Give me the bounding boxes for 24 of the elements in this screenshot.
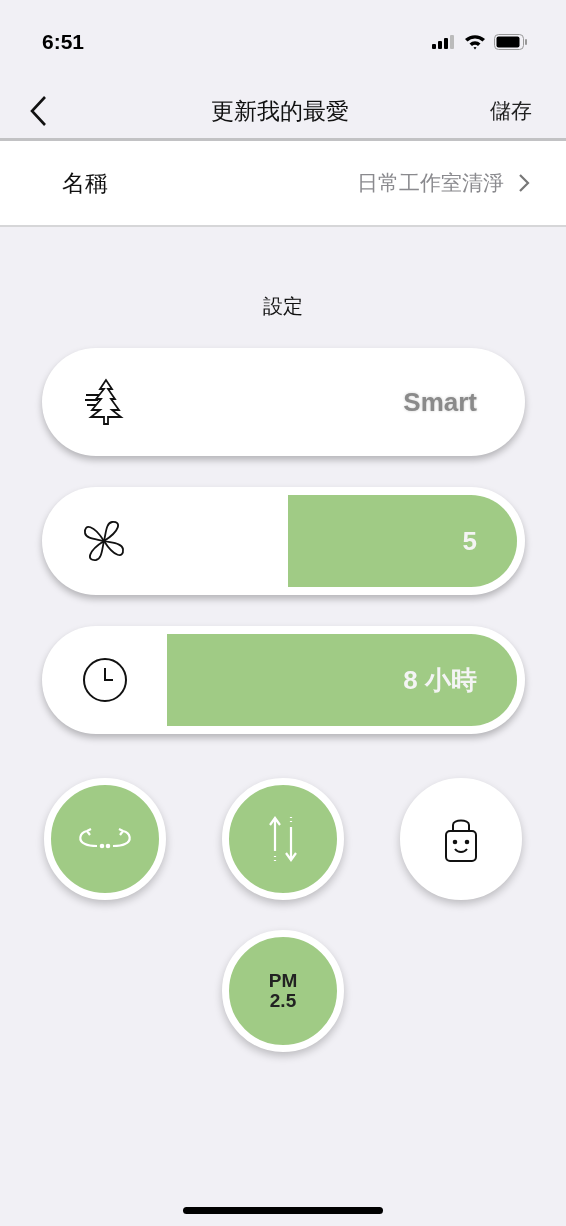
- wifi-icon: [464, 34, 486, 50]
- toggle-button[interactable]: PM 2.5: [222, 930, 344, 1052]
- name-row[interactable]: 名稱 日常工作室清淨: [0, 141, 566, 227]
- setting-value: 5: [462, 525, 477, 557]
- chevron-right-icon: [518, 173, 530, 193]
- tree-icon: [82, 377, 124, 427]
- setting-value: Smart: [403, 386, 477, 418]
- rotate-arrows-icon: [77, 827, 133, 851]
- save-button[interactable]: 儲存: [490, 97, 532, 125]
- toggle-button[interactable]: [222, 778, 344, 900]
- setting-value: 8 小時: [403, 663, 477, 697]
- fan-icon: [82, 519, 126, 563]
- toggle-button[interactable]: [400, 778, 522, 900]
- name-value: 日常工作室清淨: [357, 170, 504, 196]
- clock-icon: [82, 657, 128, 703]
- name-label: 名稱: [62, 168, 108, 198]
- status-time: 6:51: [42, 30, 85, 54]
- signal-icon: [432, 35, 456, 49]
- battery-icon: [494, 34, 528, 50]
- up-down-arrows-icon: [268, 815, 298, 863]
- page-title: 更新我的最愛: [211, 96, 349, 126]
- toggle-button[interactable]: [44, 778, 166, 900]
- pm-label: PM 2.5: [268, 971, 298, 1011]
- section-title: 設定: [263, 295, 303, 317]
